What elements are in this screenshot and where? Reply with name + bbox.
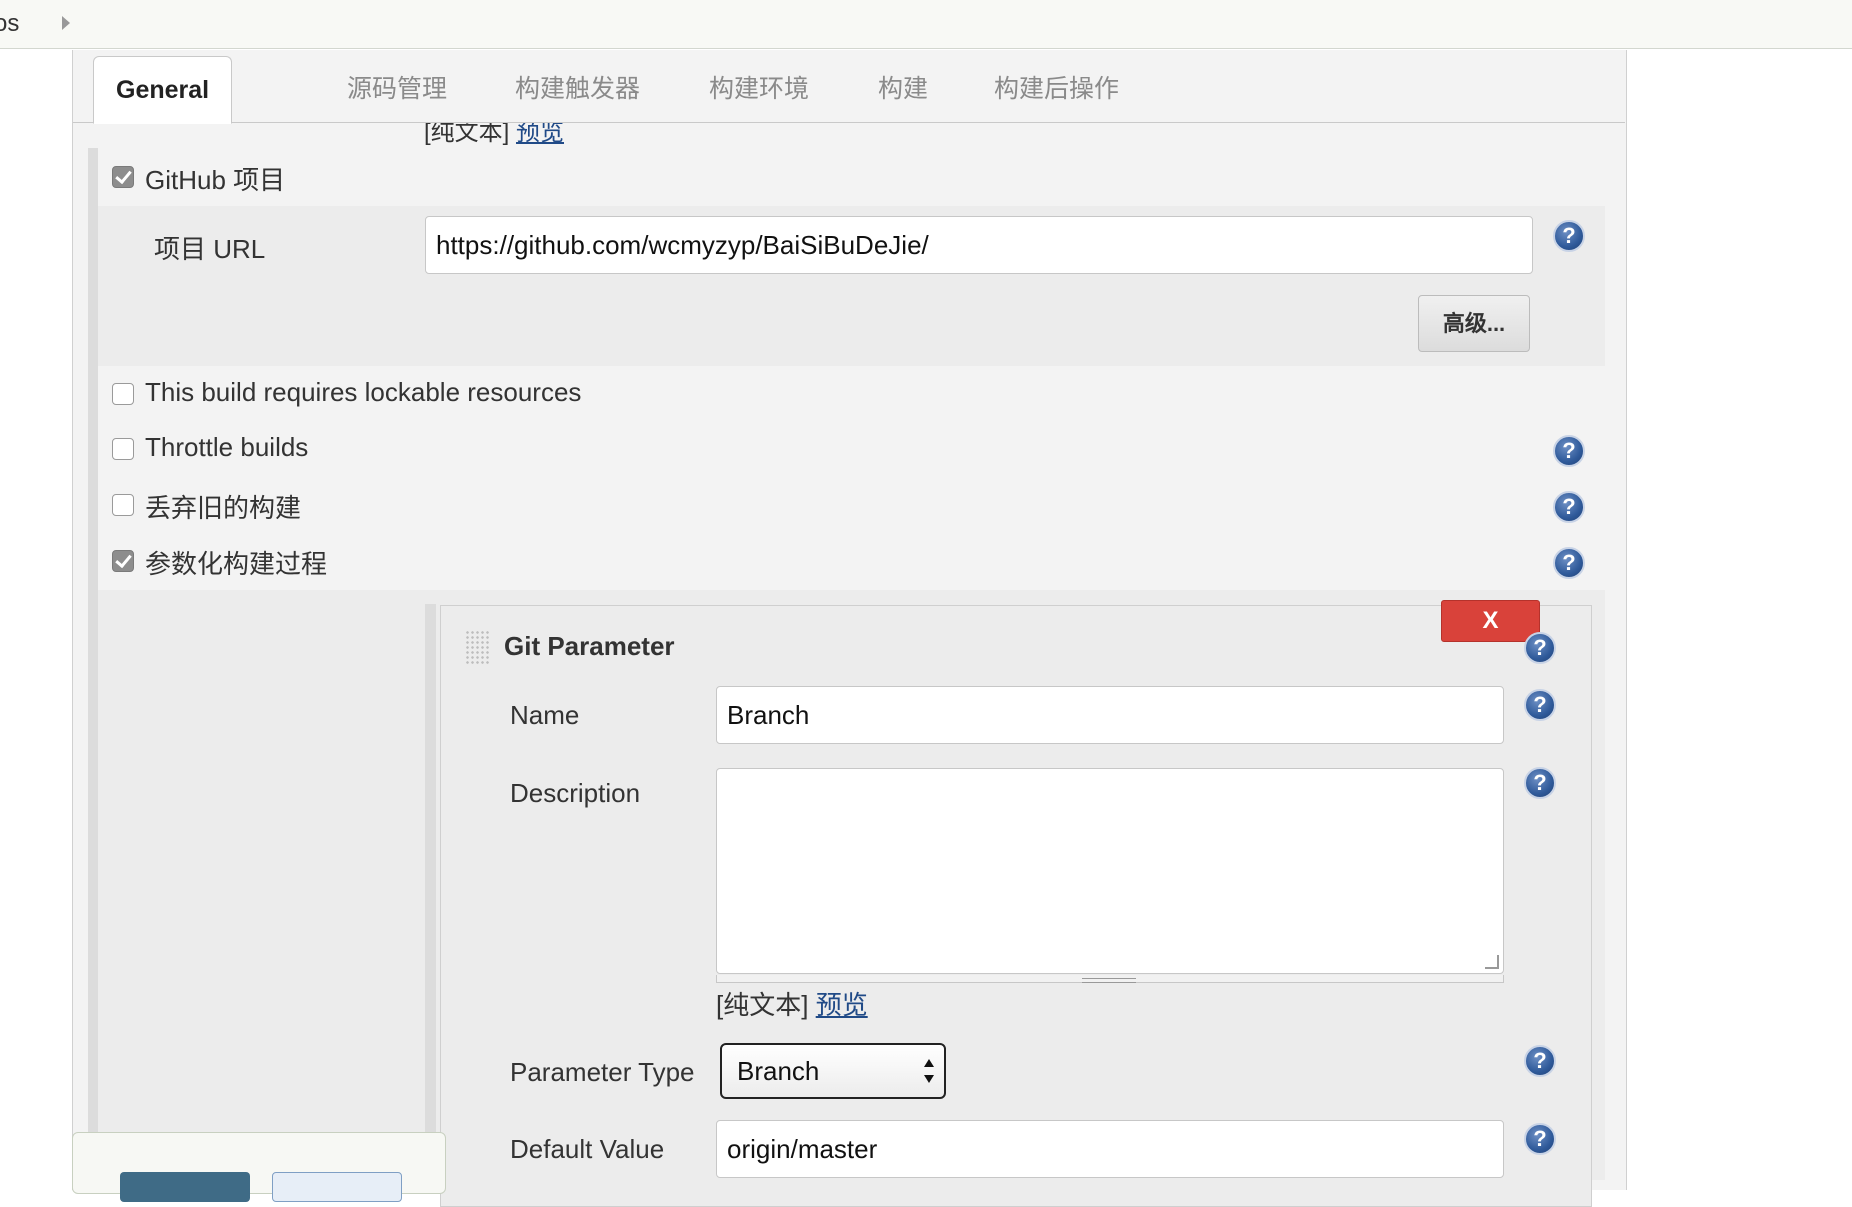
description-label: Description <box>510 778 641 808</box>
tab-build[interactable]: 构建 <box>860 62 946 116</box>
discard-old-builds-checkbox[interactable] <box>112 494 134 516</box>
tab-post-build-actions[interactable]: 构建后操作 <box>976 62 1137 116</box>
preview-link[interactable]: 预览 <box>516 120 564 146</box>
tab-general[interactable]: General <box>93 56 233 124</box>
help-icon[interactable]: ? <box>1524 1123 1556 1155</box>
help-icon[interactable]: ? <box>1553 435 1585 467</box>
delete-parameter-button[interactable]: X <box>1441 600 1540 642</box>
help-icon[interactable]: ? <box>1524 632 1556 664</box>
save-button[interactable] <box>120 1172 250 1202</box>
default-value-text: origin/master <box>727 1133 878 1164</box>
drag-handle-icon[interactable] <box>465 630 489 666</box>
description-preview-row: [纯文本] 预览 <box>716 985 868 1022</box>
help-icon[interactable]: ? <box>1553 491 1585 523</box>
git-parameter-title: Git Parameter <box>504 631 675 661</box>
help-icon[interactable]: ? <box>1524 1045 1556 1077</box>
section-guide-bar <box>88 148 98 1180</box>
tab-build-triggers[interactable]: 构建触发器 <box>497 62 658 116</box>
project-url-input[interactable]: https://github.com/wcmyzyp/BaiSiBuDeJie/ <box>425 216 1533 274</box>
parameterized-build-checkbox[interactable] <box>112 550 134 572</box>
help-icon[interactable]: ? <box>1524 767 1556 799</box>
project-url-label: 项目 URL <box>154 234 266 264</box>
resize-corner-icon[interactable] <box>1485 955 1499 969</box>
breadcrumb-item[interactable]: os <box>0 10 19 38</box>
tab-bar: General 源码管理 构建触发器 构建环境 构建 构建后操作 <box>73 50 1625 124</box>
parameterized-build-label: 参数化构建过程 <box>145 549 328 579</box>
github-project-label: GitHub 项目 <box>145 165 286 195</box>
preview-link[interactable]: 预览 <box>816 990 868 1020</box>
select-arrows-icon <box>924 1059 934 1083</box>
name-input[interactable]: Branch <box>716 686 1504 744</box>
github-project-checkbox[interactable] <box>112 166 134 188</box>
advanced-button[interactable]: 高级... <box>1418 295 1530 352</box>
help-icon[interactable]: ? <box>1524 689 1556 721</box>
lockable-resources-checkbox[interactable] <box>112 383 134 405</box>
breadcrumb-arrow-icon[interactable] <box>62 16 70 30</box>
name-value: Branch <box>727 699 810 730</box>
default-value-label: Default Value <box>510 1134 665 1164</box>
parameter-type-label: Parameter Type <box>510 1057 695 1087</box>
breadcrumb-bar <box>0 0 1852 49</box>
name-label: Name <box>510 700 580 730</box>
parameter-guide-bar <box>425 604 436 1180</box>
parameter-type-select[interactable]: Branch <box>720 1043 946 1099</box>
plain-text-label: [纯文本] <box>424 119 510 146</box>
apply-button[interactable] <box>272 1172 402 1202</box>
throttle-builds-label: Throttle builds <box>145 432 309 462</box>
default-value-input[interactable]: origin/master <box>716 1120 1504 1178</box>
plain-text-label: [纯文本] <box>716 990 809 1020</box>
help-icon[interactable]: ? <box>1553 547 1585 579</box>
project-url-value: https://github.com/wcmyzyp/BaiSiBuDeJie/ <box>436 229 929 260</box>
grip-icon[interactable] <box>1082 978 1136 983</box>
help-icon[interactable]: ? <box>1553 220 1585 252</box>
discard-old-builds-label: 丢弃旧的构建 <box>145 493 302 523</box>
lockable-resources-label: This build requires lockable resources <box>145 377 582 407</box>
throttle-builds-checkbox[interactable] <box>112 438 134 460</box>
tab-build-environment[interactable]: 构建环境 <box>691 62 827 116</box>
description-textarea[interactable] <box>716 768 1504 974</box>
parameter-type-value: Branch <box>737 1056 820 1086</box>
tab-source-management[interactable]: 源码管理 <box>329 62 465 116</box>
